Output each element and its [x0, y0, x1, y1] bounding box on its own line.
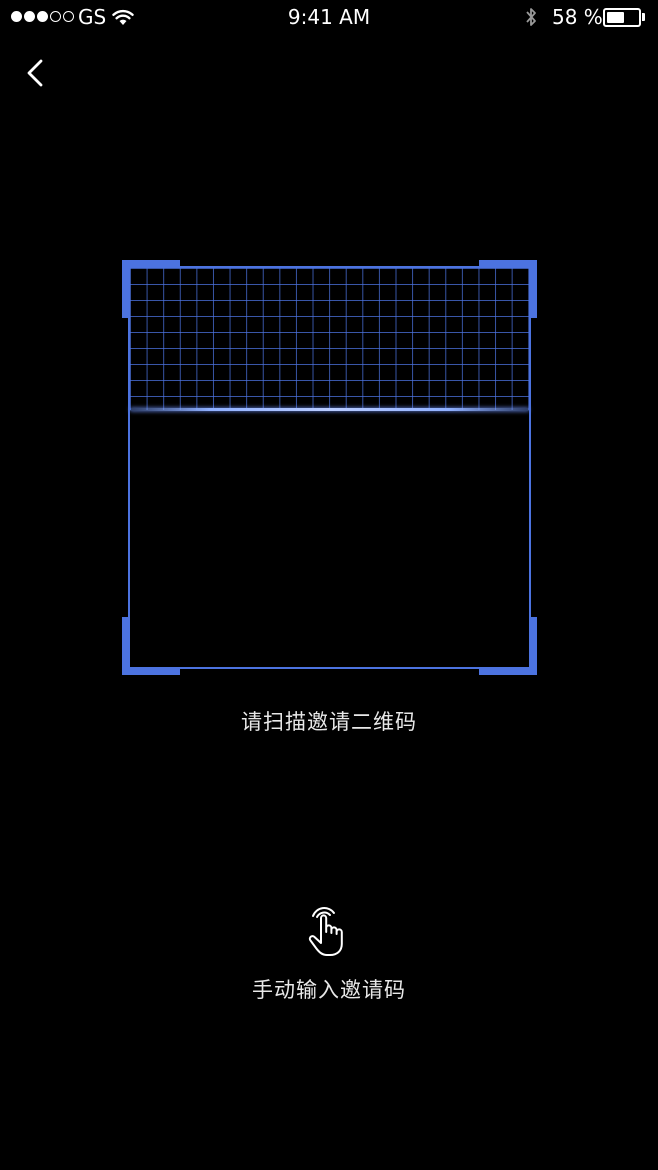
- hand-pointer-icon: [305, 904, 353, 958]
- scan-corner-top-left: [122, 260, 180, 318]
- back-button[interactable]: [14, 52, 58, 96]
- qr-scanner-viewfinder: [122, 260, 537, 675]
- bluetooth-icon: [524, 6, 538, 32]
- battery-percentage: 58 %: [552, 5, 603, 29]
- battery-icon: [603, 8, 641, 27]
- status-bar: GS 9:41 AM 58 %: [0, 0, 658, 36]
- scan-corner-bottom-left: [122, 617, 180, 675]
- battery-level: [607, 12, 625, 23]
- manual-entry-button[interactable]: 手动输入邀请码: [229, 898, 429, 1010]
- scan-corner-bottom-right: [479, 617, 537, 675]
- scan-hint-text: 请扫描邀请二维码: [241, 710, 417, 734]
- chevron-left-icon: [27, 59, 43, 87]
- scan-frame: [128, 266, 531, 669]
- battery-cap: [642, 13, 645, 21]
- manual-entry-label: 手动输入邀请码: [252, 978, 406, 1002]
- scan-corner-top-right: [479, 260, 537, 318]
